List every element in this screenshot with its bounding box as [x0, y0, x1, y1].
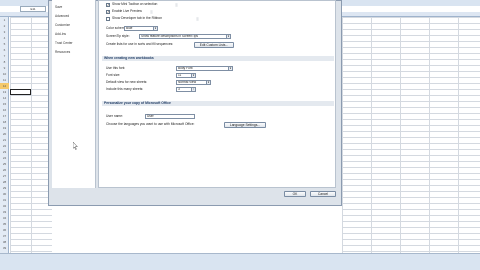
- screentip-label: ScreenTip style:: [106, 34, 130, 38]
- mouse-pointer-icon: [73, 142, 78, 150]
- default-view-value: Normal View: [178, 80, 197, 84]
- nav-item-resources[interactable]: Resources: [55, 50, 93, 55]
- font-label: Use this font:: [106, 66, 126, 70]
- edit-custom-lists-button[interactable]: Edit Custom Lists...: [194, 42, 234, 48]
- sheets-count-value: 3: [178, 87, 180, 91]
- info-icon: ⓘ: [150, 10, 154, 14]
- section-header-new-workbooks: When creating new workbooks: [102, 56, 334, 61]
- chevron-down-icon: ▼: [226, 35, 230, 38]
- screentip-select[interactable]: Show feature descriptions in ScreenTips ▼: [139, 34, 231, 39]
- font-value: Body Font: [178, 66, 193, 70]
- excel-status-area: [0, 253, 480, 270]
- section-header-personalize: Personalize your copy of Microsoft Offic…: [102, 101, 334, 106]
- color-scheme-select[interactable]: Blue ▼: [124, 26, 158, 31]
- show-mini-toolbar-checkbox[interactable]: ✓: [106, 3, 110, 7]
- ok-button[interactable]: OK: [284, 191, 306, 197]
- row-number[interactable]: 39: [0, 245, 9, 251]
- default-view-select[interactable]: Normal View ▼: [176, 80, 211, 85]
- font-size-value: 11: [178, 73, 182, 77]
- language-settings-button[interactable]: Language Settings...: [224, 122, 266, 128]
- nav-item-trust-center[interactable]: Trust Center: [55, 41, 93, 46]
- chevron-down-icon: ▼: [153, 27, 157, 30]
- stepper-arrows-icon[interactable]: ↕: [191, 88, 195, 91]
- cancel-button[interactable]: Cancel: [310, 191, 336, 197]
- screentip-value: Show feature descriptions in ScreenTips: [141, 34, 198, 38]
- user-name-label: User name:: [106, 114, 124, 118]
- chevron-down-icon: ▼: [206, 81, 210, 84]
- font-size-select[interactable]: 11 ▼: [176, 73, 196, 78]
- enable-live-preview-label: Enable Live Preview: [112, 9, 142, 13]
- info-icon: ⓘ: [196, 17, 200, 21]
- font-select[interactable]: Body Font ▼: [176, 66, 233, 71]
- default-view-label: Default view for new sheets:: [106, 80, 148, 84]
- sheets-count-stepper[interactable]: 3 ↕: [176, 87, 196, 92]
- show-developer-tab-label: Show Developer tab in the Ribbon: [112, 16, 163, 20]
- custom-lists-label: Create lists for use in sorts and fill s…: [106, 42, 174, 46]
- sheets-count-label: Include this many sheets:: [106, 87, 144, 91]
- color-scheme-value: Blue: [126, 26, 133, 30]
- user-name-field[interactable]: User: [145, 114, 195, 119]
- worksheet-grid-left[interactable]: [10, 17, 52, 253]
- chevron-down-icon: ▼: [228, 67, 232, 70]
- language-label: Choose the languages you want to use wit…: [106, 122, 195, 126]
- nav-item-save[interactable]: Save: [55, 5, 93, 10]
- row-header-bar: 1 2 3 4 5 6 7 8 9 10 11 12 13 14 15 16 17 18 19 20 21 22 23 24 2…: [0, 17, 9, 253]
- nav-item-customize[interactable]: Customize: [55, 23, 93, 28]
- show-mini-toolbar-label: Show Mini Toolbar on selection: [112, 2, 158, 6]
- nav-item-add-ins[interactable]: Add-Ins: [55, 32, 93, 37]
- enable-live-preview-checkbox[interactable]: ✓: [106, 10, 110, 14]
- options-nav-panel: [52, 0, 96, 188]
- chevron-down-icon: ▼: [191, 74, 195, 77]
- info-icon: ⓘ: [175, 3, 179, 7]
- active-cell[interactable]: [10, 89, 31, 95]
- nav-item-advanced[interactable]: Advanced: [55, 14, 93, 19]
- font-size-label: Font size:: [106, 73, 121, 77]
- worksheet-grid-right[interactable]: [342, 17, 480, 253]
- show-developer-tab-checkbox[interactable]: [106, 17, 110, 21]
